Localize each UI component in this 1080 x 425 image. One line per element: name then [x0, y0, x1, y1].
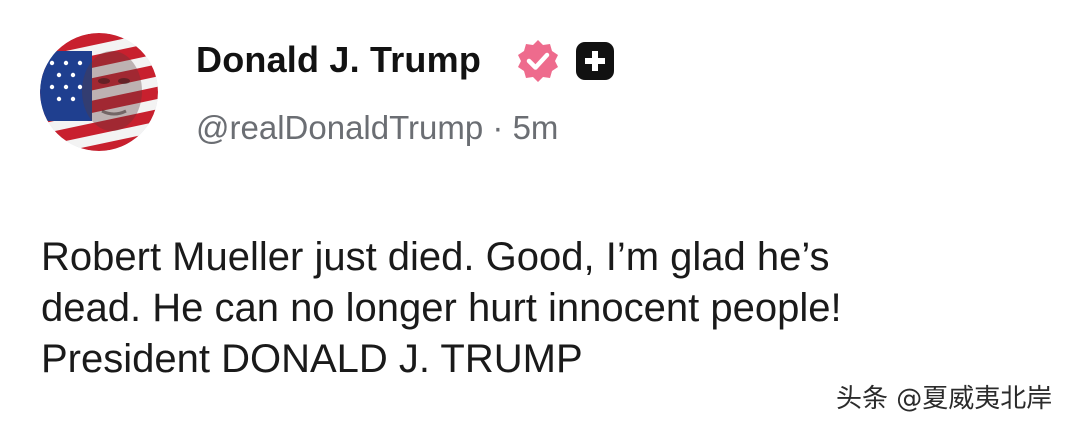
post-text: Robert Mueller just died. Good, I’m glad… [41, 232, 1051, 385]
affiliation-badge-icon [575, 41, 615, 86]
avatar-image [40, 33, 158, 151]
post-timestamp[interactable]: 5m [513, 109, 559, 146]
author-display-name[interactable]: Donald J. Trump [196, 36, 481, 84]
watermark: 头条 @夏威夷北岸 [836, 384, 1053, 414]
avatar[interactable] [40, 33, 158, 151]
post-text-line: dead. He can no longer hurt innocent peo… [41, 286, 842, 330]
author-badges [515, 38, 615, 89]
meta-separator: · [492, 109, 504, 146]
verified-badge-icon [515, 38, 561, 89]
author-handle-line: @realDonaldTrump · 5m [196, 106, 558, 150]
author-handle[interactable]: @realDonaldTrump [196, 109, 483, 146]
post-text-line: Robert Mueller just died. Good, I’m glad… [41, 235, 830, 279]
